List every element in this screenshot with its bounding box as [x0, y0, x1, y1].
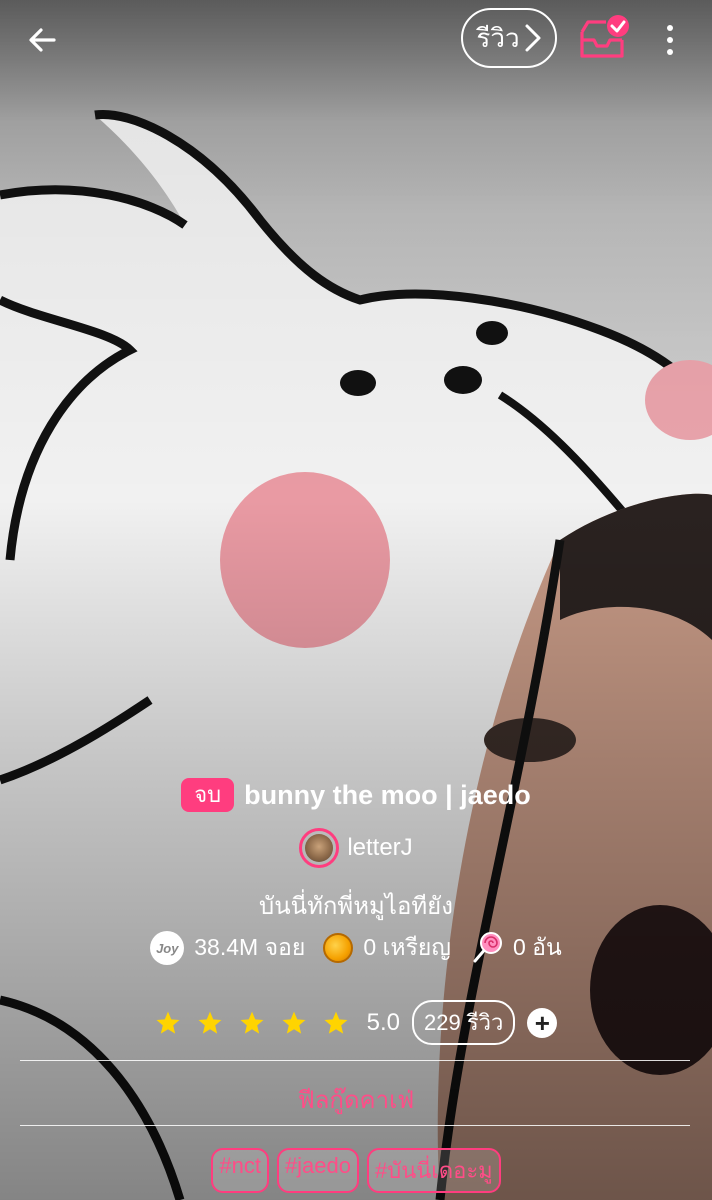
more-menu-button[interactable]	[652, 18, 688, 62]
star-icon	[282, 1011, 306, 1034]
candy-count: 0 อัน	[513, 934, 562, 960]
star-icon	[156, 1011, 180, 1034]
divider	[20, 1060, 690, 1061]
review-button[interactable]: รีวิว	[461, 8, 557, 68]
review-button-label: รีวิว	[476, 22, 520, 53]
chevron-right-icon	[525, 24, 541, 52]
joy-stat: Joy 38.4M จอย	[150, 930, 305, 966]
divider	[20, 1125, 690, 1126]
avatar[interactable]	[299, 828, 340, 868]
more-vertical-icon	[667, 25, 673, 31]
tag-chip[interactable]: #nct	[211, 1148, 269, 1193]
story-tagline: บันนี่ทักพี่หมูไอทียัง	[259, 893, 453, 920]
author-name[interactable]: letterJ	[347, 834, 412, 862]
category-link[interactable]: ฟีลกู๊ดคาเฟ่	[0, 1080, 712, 1119]
add-review-button[interactable]: +	[527, 1007, 558, 1038]
tag-chip[interactable]: #jaedo	[276, 1148, 360, 1193]
status-badge: จบ	[181, 778, 235, 812]
rating-row: 5.0 229 รีวิว +	[0, 1000, 712, 1045]
star-icon	[240, 1011, 264, 1034]
joy-icon: Joy	[150, 931, 185, 965]
review-count-button[interactable]: 229 รีวิว	[412, 1000, 516, 1045]
inbox-button[interactable]	[576, 14, 629, 62]
candy-stat: 0 อัน	[469, 930, 562, 966]
title-row: จบ bunny the moo | jaedo	[0, 778, 712, 812]
stats-row: Joy 38.4M จอย 0 เหรียญ 0 อัน	[0, 930, 712, 966]
coin-icon	[323, 933, 354, 963]
rating-value: 5.0	[366, 1008, 401, 1036]
tag-list: #nct #jaedo #บันนี่เดอะมู	[0, 1148, 712, 1193]
inbox-check-icon	[580, 15, 629, 58]
star-icon	[324, 1011, 348, 1034]
joy-count: 38.4M จอย	[194, 934, 306, 960]
tag-chip[interactable]: #บันนี่เดอะมู	[367, 1148, 501, 1193]
arrow-left-icon	[29, 28, 56, 52]
star-rating	[155, 1010, 349, 1036]
top-bar: รีวิว	[0, 0, 712, 80]
back-button[interactable]	[22, 20, 62, 60]
coin-stat: 0 เหรียญ	[323, 930, 451, 966]
story-title: bunny the moo | jaedo	[244, 779, 531, 810]
lollipop-icon	[473, 932, 502, 963]
coin-count: 0 เหรียญ	[363, 934, 451, 960]
star-icon	[198, 1011, 222, 1034]
author-row[interactable]: letterJ	[0, 828, 712, 868]
